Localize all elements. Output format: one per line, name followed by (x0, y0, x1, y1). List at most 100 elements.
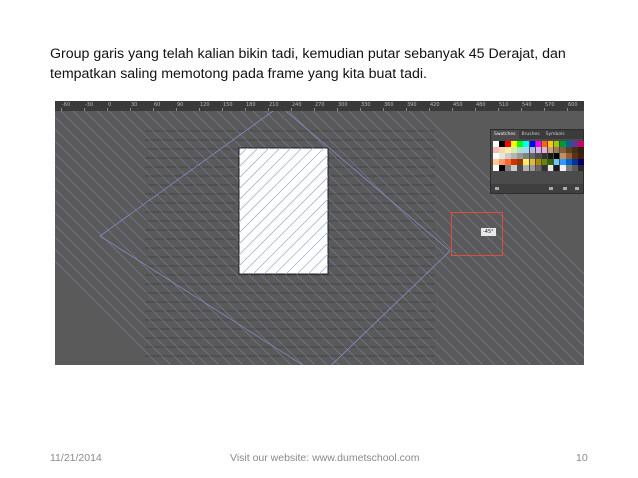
color-swatch[interactable] (560, 141, 566, 147)
slide-text-line-2: tempatkan saling memotong pada frame yan… (50, 66, 427, 82)
color-swatch[interactable] (578, 141, 584, 147)
footer-date: 11/21/2014 (50, 452, 102, 464)
color-swatch[interactable] (535, 159, 542, 165)
slide-text: Group garis yang telah kalian bikin tadi… (50, 44, 610, 84)
color-swatch[interactable] (499, 141, 505, 147)
color-swatch[interactable] (511, 159, 517, 165)
color-swatch[interactable] (547, 141, 554, 147)
tab-symbols[interactable]: Symbols (543, 130, 568, 139)
panel-footer (491, 184, 583, 193)
color-swatch[interactable] (560, 153, 566, 159)
color-swatch[interactable] (523, 153, 529, 159)
color-swatch[interactable] (523, 165, 529, 171)
color-swatch[interactable] (517, 159, 523, 165)
color-swatch[interactable] (511, 147, 517, 153)
color-swatch[interactable] (493, 159, 499, 165)
color-swatch[interactable] (523, 141, 529, 147)
color-swatch[interactable] (553, 147, 560, 153)
color-swatch[interactable] (493, 165, 499, 171)
color-swatch[interactable] (511, 141, 517, 147)
color-swatch[interactable] (553, 159, 560, 165)
color-swatch[interactable] (547, 159, 554, 165)
color-swatch[interactable] (572, 159, 578, 165)
color-swatch[interactable] (505, 147, 511, 153)
color-swatch[interactable] (523, 147, 529, 153)
new-color-group-icon[interactable] (549, 187, 553, 190)
color-swatch[interactable] (535, 147, 542, 153)
swatches-panel[interactable]: Swatches Brushes Symbols (490, 129, 584, 194)
color-swatch[interactable] (529, 153, 536, 159)
color-swatch[interactable] (535, 153, 542, 159)
color-swatch[interactable] (541, 141, 548, 147)
color-swatch[interactable] (499, 153, 505, 159)
color-swatch[interactable] (523, 159, 529, 165)
delete-swatch-icon[interactable] (575, 187, 579, 190)
color-swatch[interactable] (505, 159, 511, 165)
color-swatch[interactable] (541, 165, 548, 171)
color-swatch[interactable] (572, 165, 578, 171)
color-swatch[interactable] (499, 159, 505, 165)
rotation-highlight-box: -45° (451, 212, 503, 256)
color-swatch[interactable] (572, 147, 578, 153)
color-swatch[interactable] (517, 147, 523, 153)
color-swatch[interactable] (547, 153, 554, 159)
color-swatch[interactable] (578, 159, 584, 165)
color-swatch[interactable] (566, 147, 572, 153)
color-swatch[interactable] (529, 141, 536, 147)
slide-text-line-1: Group garis yang telah kalian bikin tadi… (50, 46, 566, 62)
ruler-label: 150 (223, 102, 233, 108)
color-swatch[interactable] (505, 153, 511, 159)
ruler-label: 180 (246, 102, 256, 108)
color-swatch[interactable] (517, 153, 523, 159)
new-swatch-icon[interactable] (563, 187, 567, 190)
color-swatch[interactable] (493, 153, 499, 159)
swatch-library-icon[interactable] (495, 187, 499, 190)
color-swatch[interactable] (566, 141, 572, 147)
color-swatch[interactable] (499, 147, 505, 153)
color-swatch[interactable] (566, 153, 572, 159)
color-swatch[interactable] (560, 147, 566, 153)
color-swatch[interactable] (535, 141, 542, 147)
color-swatch[interactable] (572, 153, 578, 159)
color-swatch[interactable] (505, 165, 511, 171)
ruler-label: 270 (315, 102, 325, 108)
color-swatch[interactable] (578, 147, 584, 153)
color-swatch[interactable] (529, 147, 536, 153)
ruler-label: 60 (154, 102, 161, 108)
color-swatch[interactable] (499, 165, 505, 171)
color-swatch[interactable] (493, 147, 499, 153)
color-swatch[interactable] (553, 141, 560, 147)
color-swatch[interactable] (541, 147, 548, 153)
color-swatch[interactable] (547, 147, 554, 153)
color-swatch[interactable] (578, 153, 584, 159)
color-swatch[interactable] (566, 165, 572, 171)
color-swatch[interactable] (560, 159, 566, 165)
color-swatch[interactable] (505, 141, 511, 147)
tab-brushes[interactable]: Brushes (519, 130, 543, 139)
horizontal-ruler[interactable]: -60 -30 0 30 60 90 120 150 180 210 240 270 300 330 360… (55, 101, 584, 111)
color-swatch[interactable] (535, 165, 542, 171)
color-swatch[interactable] (547, 165, 554, 171)
color-swatch[interactable] (541, 153, 548, 159)
color-swatch[interactable] (578, 165, 584, 171)
color-swatch[interactable] (553, 165, 560, 171)
illustrator-screenshot: -60 -30 0 30 60 90 120 150 180 210 240 270 300 330 360… (55, 101, 584, 365)
color-swatch[interactable] (517, 165, 523, 171)
ruler-label: 600 (568, 102, 578, 108)
color-swatch[interactable] (566, 159, 572, 165)
tab-swatches[interactable]: Swatches (491, 130, 519, 139)
color-swatch[interactable] (493, 141, 499, 147)
ruler-label: 390 (407, 102, 417, 108)
color-swatch[interactable] (541, 159, 548, 165)
color-swatch[interactable] (529, 159, 536, 165)
color-swatch[interactable] (529, 165, 536, 171)
rotation-angle-tooltip: -45° (481, 228, 496, 236)
color-swatch[interactable] (517, 141, 523, 147)
color-swatch[interactable] (511, 153, 517, 159)
color-swatch[interactable] (572, 141, 578, 147)
ruler-label: 450 (453, 102, 463, 108)
color-swatch[interactable] (560, 165, 566, 171)
swatch-grid[interactable] (493, 141, 584, 171)
color-swatch[interactable] (553, 153, 560, 159)
color-swatch[interactable] (511, 165, 517, 171)
